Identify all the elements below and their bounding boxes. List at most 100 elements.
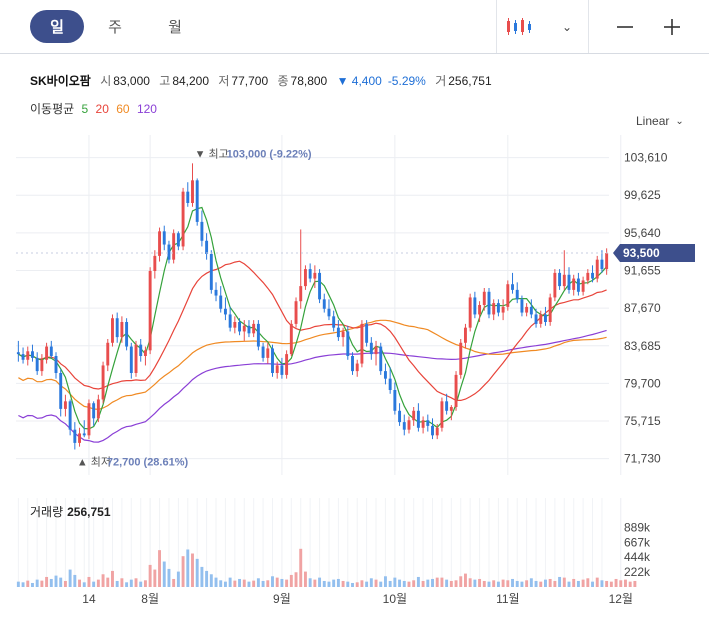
candle-body	[261, 346, 265, 358]
volume-bar	[393, 577, 397, 587]
candle-body	[496, 303, 500, 313]
volume-bar	[421, 580, 425, 587]
volume-bar	[506, 580, 510, 587]
volume-bar	[492, 580, 496, 587]
candle-body	[129, 346, 133, 373]
volume-bar	[459, 576, 463, 587]
volume-bar	[115, 580, 119, 587]
volume-bar	[449, 580, 453, 587]
candle-body	[487, 291, 491, 315]
volume-bar	[595, 577, 599, 587]
volume-bar	[54, 575, 58, 587]
candle-body	[134, 344, 138, 373]
volume-bar	[360, 580, 364, 587]
candle-body	[515, 289, 519, 300]
volume-bar	[96, 579, 100, 587]
volume-bar	[539, 581, 543, 587]
candle-body	[459, 342, 463, 375]
x-tick-label: 10월	[383, 592, 407, 606]
volume-bar	[101, 574, 105, 587]
volume-bar	[153, 569, 157, 587]
volume-bar	[280, 578, 284, 587]
y-tick-label: 95,640	[624, 226, 661, 240]
x-tick-label: 9월	[273, 592, 291, 606]
volume-bar	[633, 580, 637, 587]
volume-bar	[515, 580, 519, 587]
candle-body	[96, 399, 100, 419]
candle-body	[228, 314, 232, 328]
volume-bar	[45, 576, 49, 587]
volume-bar	[605, 580, 609, 587]
volume-panel-label: 거래량 256,751	[30, 503, 111, 520]
candle-body	[82, 433, 86, 436]
candle-body	[54, 356, 58, 373]
volume-bar	[520, 581, 524, 587]
candle-body	[35, 357, 39, 372]
volume-bar	[412, 580, 416, 587]
candle-body	[63, 401, 67, 409]
volume-bar	[534, 580, 538, 587]
candle-body	[454, 374, 458, 407]
volume-bar	[346, 581, 350, 587]
candle-body	[303, 269, 307, 287]
volume-bar	[586, 578, 590, 587]
candle-body	[111, 318, 114, 343]
volume-bar	[628, 581, 632, 587]
volume-bar	[252, 580, 256, 587]
volume-bar	[134, 578, 138, 587]
candle-body	[247, 325, 251, 334]
volume-bar	[158, 550, 162, 587]
volume-bar	[186, 549, 190, 587]
candle-body	[605, 253, 609, 270]
volume-bar	[40, 580, 44, 587]
candle-body	[49, 346, 53, 356]
volume-bar	[181, 556, 185, 587]
high-annotation-label: ▼ 최고	[195, 147, 229, 160]
candle-body	[511, 284, 514, 290]
volume-bar	[341, 580, 345, 587]
current-price-label: 93,500	[623, 246, 660, 260]
candle-body	[412, 410, 416, 421]
y-tick-label: 83,685	[624, 339, 661, 353]
volume-bar	[336, 578, 340, 587]
candle-body	[421, 420, 425, 428]
candle-body	[280, 365, 284, 375]
y-tick-label: 75,715	[624, 414, 661, 428]
volume-bar	[219, 580, 223, 587]
candle-body	[449, 407, 453, 411]
volume-bar	[529, 578, 533, 587]
volume-tick-label: 222k	[624, 565, 651, 579]
volume-bar	[31, 582, 34, 587]
volume-bar	[35, 579, 39, 587]
ma-20-line	[18, 260, 607, 401]
candle-body	[92, 403, 96, 419]
volume-bar	[191, 553, 194, 587]
volume-bar	[59, 577, 63, 587]
candle-body	[205, 240, 209, 254]
volume-bar	[313, 579, 317, 587]
candle-body	[445, 401, 449, 411]
candle-body	[473, 297, 477, 315]
volume-bar	[78, 579, 81, 587]
candle-body	[299, 286, 303, 302]
candle-body	[186, 191, 190, 203]
volume-bar	[369, 578, 373, 587]
volume-bar	[205, 570, 209, 587]
candle-body	[431, 425, 434, 436]
volume-bar	[200, 566, 204, 587]
candle-body	[327, 308, 331, 317]
volume-bar	[624, 579, 627, 587]
volume-bar	[609, 581, 613, 587]
volume-bar	[209, 574, 213, 587]
candle-body	[383, 371, 387, 379]
volume-bar	[322, 580, 326, 587]
price-chart[interactable]: 103,610 99,625 95,640 91,655 87,670 83,685 79,…	[0, 0, 709, 621]
volume-bar	[383, 576, 387, 587]
volume-bar	[16, 581, 20, 587]
volume-bar	[167, 568, 171, 587]
candle-body	[200, 221, 204, 241]
candle-body	[351, 356, 354, 372]
y-tick-label: 99,625	[624, 188, 661, 202]
candle-body	[553, 272, 557, 298]
volume-bar	[285, 579, 289, 587]
